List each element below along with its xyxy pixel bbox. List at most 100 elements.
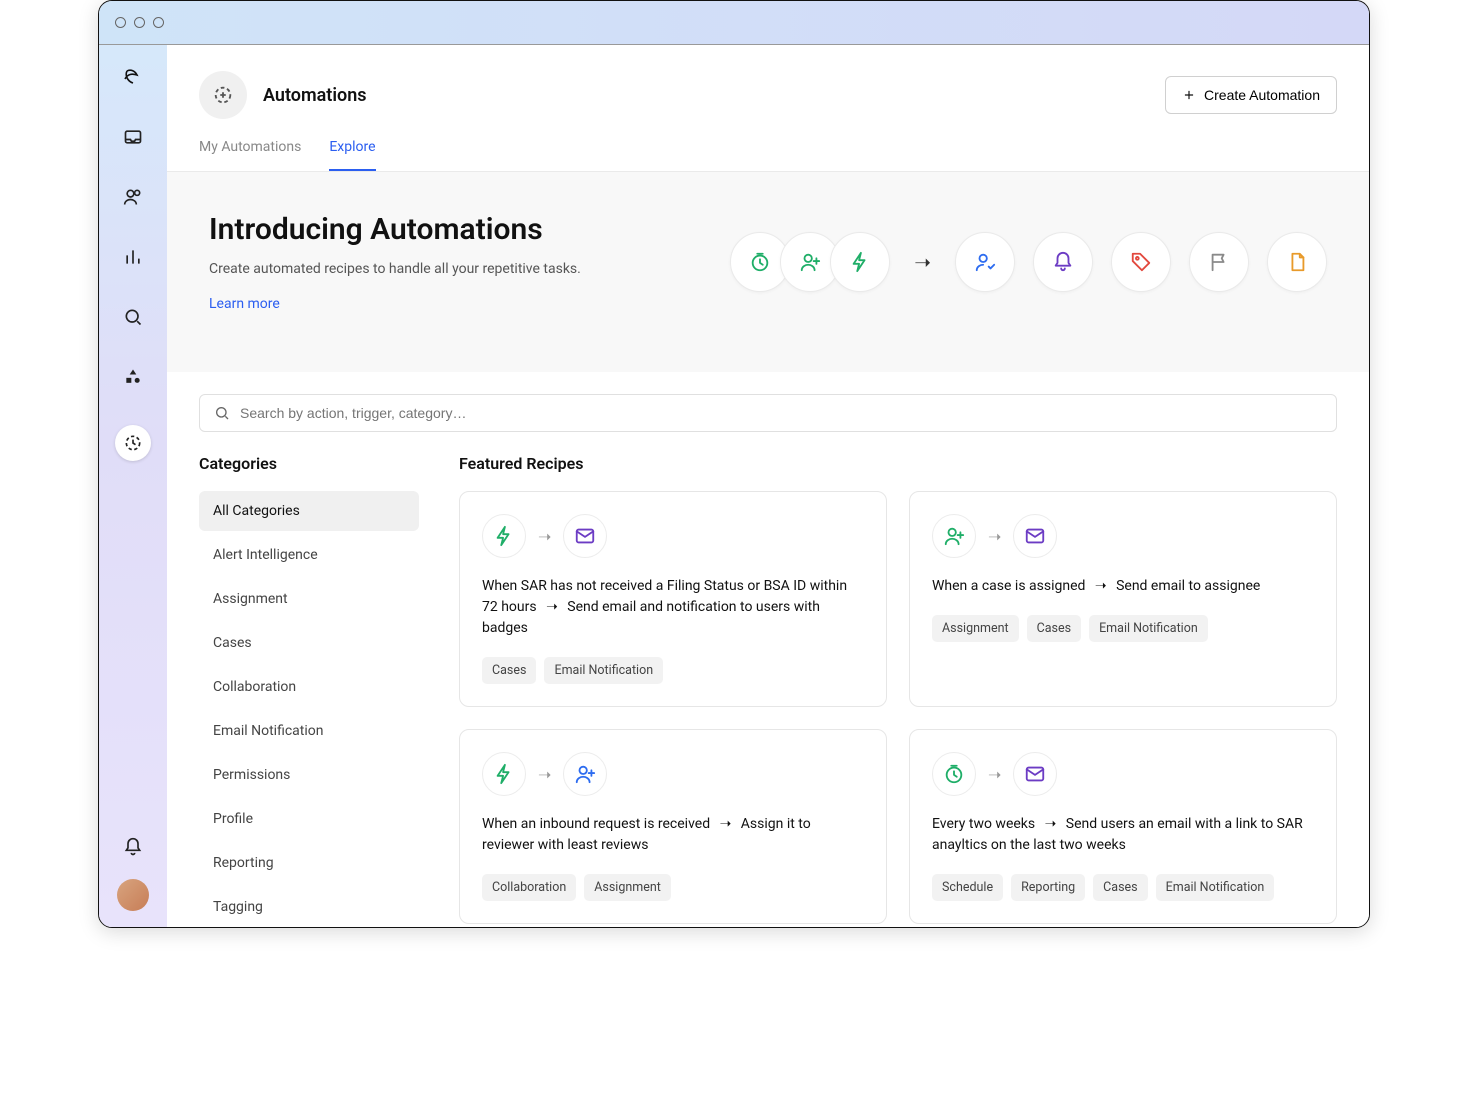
mail-icon	[1013, 514, 1057, 558]
recipe-description: Every two weeks ➝ Send users an email wi…	[932, 814, 1314, 856]
mail-icon	[1013, 752, 1057, 796]
recipe-card[interactable]: ➝When a case is assigned ➝ Send email to…	[909, 491, 1337, 707]
hero: Introducing Automations Create automated…	[167, 172, 1369, 372]
user-plus-icon	[932, 514, 976, 558]
tag: Collaboration	[482, 874, 576, 901]
title-bar	[99, 1, 1369, 45]
hero-flag-icon	[1189, 232, 1249, 292]
tag: Assignment	[584, 874, 671, 901]
mail-icon	[563, 514, 607, 558]
close-dot[interactable]	[115, 17, 126, 28]
recipe-description: When a case is assigned ➝ Send email to …	[932, 576, 1314, 597]
arrow-icon: ➝	[1045, 814, 1057, 835]
categories: Categories All CategoriesAlert Intellige…	[199, 454, 419, 927]
category-item[interactable]: Tagging	[199, 887, 419, 927]
arrow-icon: ➝	[720, 814, 732, 835]
tag: Email Notification	[544, 657, 663, 684]
hero-title: Introducing Automations	[209, 212, 581, 247]
avatar[interactable]	[117, 879, 149, 911]
arrow-icon: ➝	[538, 765, 551, 784]
tag-row: Schedule Reporting Cases Email Notification	[932, 874, 1314, 901]
tag-row: Collaboration Assignment	[482, 874, 864, 901]
categories-title: Categories	[199, 454, 419, 473]
category-item[interactable]: Email Notification	[199, 711, 419, 751]
nav-inbox-icon[interactable]	[121, 125, 145, 149]
hero-subtitle: Create automated recipes to handle all y…	[209, 261, 581, 277]
recipe-description: When SAR has not received a Filing Statu…	[482, 576, 864, 639]
logo[interactable]	[121, 65, 145, 89]
category-item[interactable]: Collaboration	[199, 667, 419, 707]
nav-users-icon[interactable]	[121, 185, 145, 209]
create-automation-button[interactable]: Create Automation	[1165, 76, 1337, 114]
tabs: My Automations Explore	[167, 119, 1369, 172]
user-plus-icon	[563, 752, 607, 796]
zoom-dot[interactable]	[153, 17, 164, 28]
recipe-description: When an inbound request is received ➝ As…	[482, 814, 864, 856]
category-item[interactable]: Profile	[199, 799, 419, 839]
search-box[interactable]	[199, 394, 1337, 432]
hero-trigger-cluster	[740, 232, 890, 292]
hero-bolt-icon	[830, 232, 890, 292]
hero-user-check-icon	[955, 232, 1015, 292]
category-item[interactable]: Cases	[199, 623, 419, 663]
arrow-icon: ➝	[546, 597, 558, 618]
search-icon	[214, 405, 230, 421]
main-content: Automations Create Automation My Automat…	[167, 45, 1369, 927]
recipe-card[interactable]: ➝When an inbound request is received ➝ A…	[459, 729, 887, 924]
tag: Schedule	[932, 874, 1003, 901]
tag-row: Assignment Cases Email Notification	[932, 615, 1314, 642]
traffic-lights	[115, 17, 164, 28]
create-automation-label: Create Automation	[1204, 87, 1320, 103]
category-item[interactable]: Alert Intelligence	[199, 535, 419, 575]
hero-tag-icon	[1111, 232, 1171, 292]
category-item[interactable]: Permissions	[199, 755, 419, 795]
learn-more-link[interactable]: Learn more	[209, 296, 280, 312]
nav-notifications-icon[interactable]	[121, 835, 145, 859]
tag: Cases	[482, 657, 536, 684]
category-item[interactable]: Assignment	[199, 579, 419, 619]
page-header: Automations Create Automation	[167, 45, 1369, 119]
featured-title: Featured Recipes	[459, 454, 1337, 473]
header-automations-icon	[199, 71, 247, 119]
tag: Cases	[1093, 874, 1147, 901]
category-item[interactable]: All Categories	[199, 491, 419, 531]
hero-bell-icon	[1033, 232, 1093, 292]
arrow-icon: ➝	[988, 527, 1001, 546]
tag: Reporting	[1011, 874, 1085, 901]
arrow-icon: ➝	[538, 527, 551, 546]
recipe-icons: ➝	[932, 752, 1314, 796]
tag: Email Notification	[1156, 874, 1275, 901]
plus-icon	[1182, 88, 1196, 102]
recipe-icons: ➝	[482, 752, 864, 796]
nav-shapes-icon[interactable]	[121, 365, 145, 389]
arrow-icon: ➝	[988, 765, 1001, 784]
page-title: Automations	[263, 85, 367, 106]
nav-automations-icon[interactable]	[115, 425, 151, 461]
hero-action-row	[955, 232, 1327, 292]
tab-explore[interactable]: Explore	[329, 139, 375, 171]
hero-icons: ➝	[740, 232, 1327, 292]
bolt-icon	[482, 752, 526, 796]
app-window: Automations Create Automation My Automat…	[98, 0, 1370, 928]
minimize-dot[interactable]	[134, 17, 145, 28]
tag: Email Notification	[1089, 615, 1208, 642]
arrow-icon: ➝	[1095, 576, 1107, 597]
search-input[interactable]	[240, 405, 1322, 421]
recipe-icons: ➝	[932, 514, 1314, 558]
bolt-icon	[482, 514, 526, 558]
nav-search-icon[interactable]	[121, 305, 145, 329]
recipes: Featured Recipes ➝When SAR has not recei…	[459, 454, 1337, 927]
tag: Cases	[1027, 615, 1081, 642]
recipe-icons: ➝	[482, 514, 864, 558]
tab-my-automations[interactable]: My Automations	[199, 139, 301, 171]
category-item[interactable]: Reporting	[199, 843, 419, 883]
nav-analytics-icon[interactable]	[121, 245, 145, 269]
side-rail	[99, 45, 167, 927]
arrow-icon: ➝	[904, 250, 941, 274]
recipe-card[interactable]: ➝Every two weeks ➝ Send users an email w…	[909, 729, 1337, 924]
tag: Assignment	[932, 615, 1019, 642]
tag-row: Cases Email Notification	[482, 657, 864, 684]
timer-icon	[932, 752, 976, 796]
recipe-card[interactable]: ➝When SAR has not received a Filing Stat…	[459, 491, 887, 707]
hero-file-icon	[1267, 232, 1327, 292]
